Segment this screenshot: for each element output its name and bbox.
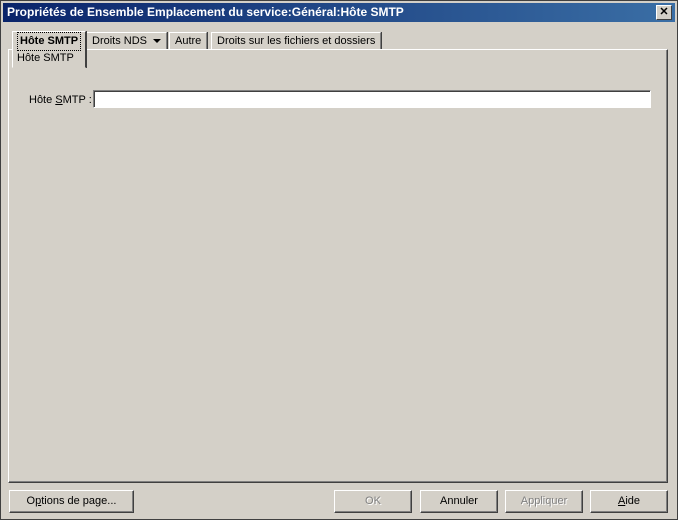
window-title: Propriétés de Ensemble Emplacement du se…: [7, 5, 404, 19]
page-options-button[interactable]: Options de page...: [9, 490, 134, 513]
smtp-host-label: Hôte SMTP :: [29, 94, 92, 106]
panel-inner: [9, 50, 667, 482]
page-options-label-post: tions de page...: [41, 495, 117, 507]
tab-nds-rights[interactable]: Droits NDS: [86, 32, 168, 50]
tab-file-folder-rights-label: Droits sur les fichiers et dossiers: [217, 35, 376, 47]
tab-file-folder-rights[interactable]: Droits sur les fichiers et dossiers: [211, 32, 382, 50]
tab-other[interactable]: Autre: [169, 32, 208, 50]
apply-button[interactable]: Appliquer: [505, 490, 583, 513]
smtp-host-label-post: MTP :: [62, 94, 92, 106]
smtp-host-label-pre: Hôte: [29, 94, 56, 106]
close-button[interactable]: ✕: [656, 5, 672, 20]
page-options-label-pre: O: [26, 495, 36, 507]
chevron-down-icon[interactable]: [153, 39, 162, 44]
cancel-button[interactable]: Annuler: [420, 490, 498, 513]
smtp-host-input[interactable]: [93, 90, 651, 108]
tab-smtp-host-label: Hôte SMTP: [17, 32, 82, 51]
help-label-post: ide: [625, 495, 641, 507]
ok-button[interactable]: OK: [334, 490, 412, 513]
help-button[interactable]: Aide: [590, 490, 668, 513]
tab-nds-rights-label: Droits NDS: [92, 35, 148, 47]
tab-panel: Hôte SMTP :: [8, 49, 668, 483]
title-bar[interactable]: Propriétés de Ensemble Emplacement du se…: [3, 3, 675, 22]
tab-smtp-host-sublabel: Hôte SMTP: [17, 52, 74, 64]
tab-smtp-host[interactable]: Hôte SMTP Hôte SMTP: [12, 31, 87, 68]
tab-other-label: Autre: [175, 35, 202, 47]
smtp-host-label-mnemonic: S: [55, 94, 63, 106]
close-icon: ✕: [659, 6, 669, 18]
